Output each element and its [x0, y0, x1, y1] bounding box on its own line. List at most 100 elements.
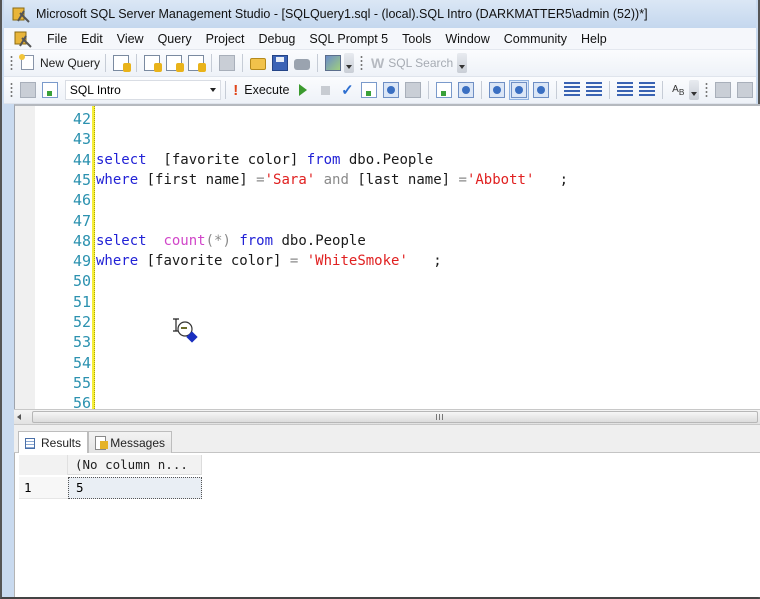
format-button[interactable]: AB — [668, 80, 688, 100]
code-line[interactable]: 42 — [15, 109, 760, 129]
activity-monitor-button[interactable] — [323, 53, 343, 73]
code-token: [first name] — [138, 171, 257, 188]
xmla-query-button[interactable] — [186, 53, 207, 73]
scroll-left-icon[interactable] — [17, 414, 21, 420]
ssms-window: Microsoft SQL Server Management Studio -… — [0, 0, 760, 599]
code-line[interactable]: 56 — [15, 393, 760, 409]
code-line[interactable]: 52 — [15, 312, 760, 332]
menu-query[interactable]: Query — [151, 32, 199, 46]
query-editor[interactable]: 42 43 44 select [favorite color] from dbo.P… — [14, 104, 760, 409]
new-database-query-button[interactable] — [111, 53, 132, 73]
code-line[interactable]: 54 — [15, 353, 760, 373]
query-designer-button[interactable] — [381, 80, 401, 100]
column-header[interactable]: (No column n... — [68, 455, 202, 475]
code-token: [favorite color] — [138, 253, 290, 270]
toolbar-grip[interactable] — [705, 82, 708, 98]
results-to-text-button[interactable] — [487, 80, 507, 100]
new-file-button[interactable] — [217, 53, 237, 73]
grid-cell[interactable]: 5 — [68, 477, 202, 499]
stop-icon — [320, 85, 330, 95]
parse-button[interactable]: ✓ — [337, 80, 357, 100]
toolbar-grip[interactable] — [10, 55, 13, 71]
connect-button[interactable] — [18, 80, 38, 100]
code-line[interactable]: 48 select count(*) from dbo.People — [15, 231, 760, 251]
decrease-indent-button[interactable] — [615, 80, 635, 100]
code-line[interactable]: 43 — [15, 129, 760, 149]
cancel-query-button[interactable] — [315, 80, 335, 100]
toolbar-grip[interactable] — [10, 82, 13, 98]
menu-window[interactable]: Window — [438, 32, 496, 46]
display-estimated-plan-button[interactable] — [359, 80, 379, 100]
include-actual-plan-button[interactable] — [434, 80, 454, 100]
code-line[interactable]: 47 — [15, 211, 760, 231]
menu-project[interactable]: Project — [199, 32, 252, 46]
menu-sql-prompt[interactable]: SQL Prompt 5 — [302, 32, 395, 46]
disabled-table-button[interactable] — [735, 80, 755, 100]
toolbar-separator — [242, 54, 244, 72]
tab-results[interactable]: Results — [18, 431, 88, 454]
menu-tools[interactable]: Tools — [395, 32, 438, 46]
code-token: select — [96, 232, 147, 249]
toolbar-grip[interactable] — [360, 55, 364, 71]
results-to-grid-button[interactable] — [509, 80, 530, 100]
client-statistics-button[interactable] — [456, 80, 476, 100]
code-line[interactable]: 45 where [first name] ='Sara' and [last n… — [15, 170, 760, 190]
debug-button[interactable] — [293, 80, 313, 100]
comment-button[interactable] — [562, 80, 582, 100]
code-token: = — [256, 171, 265, 188]
open-file-button[interactable] — [248, 53, 268, 73]
save-button[interactable] — [270, 53, 290, 73]
code-text: where [first name] ='Sara' and [last nam… — [96, 170, 568, 190]
code-token: 'WhiteSmoke' — [306, 253, 408, 270]
new-database-query-icon — [113, 55, 132, 72]
disabled-table-button[interactable] — [713, 80, 733, 100]
print-button[interactable] — [292, 53, 312, 73]
uncomment-icon — [586, 82, 603, 98]
code-line[interactable]: 55 — [15, 373, 760, 393]
save-icon — [272, 55, 289, 71]
code-line[interactable]: 46 — [15, 190, 760, 210]
row-number[interactable]: 1 — [19, 477, 68, 499]
menu-help[interactable]: Help — [574, 32, 614, 46]
mdx-query-button[interactable] — [142, 53, 163, 73]
menu-edit[interactable]: Edit — [74, 32, 110, 46]
sql-search-button[interactable]: W SQL Search — [371, 55, 453, 71]
menu-file[interactable]: File — [40, 32, 74, 46]
grid-icon — [25, 437, 35, 449]
database-selected-value: SQL Intro — [69, 83, 121, 97]
results-to-grid-icon — [511, 82, 528, 98]
checkmark-icon: ✓ — [341, 82, 354, 99]
menu-view[interactable]: View — [110, 32, 151, 46]
execute-icon: ! — [233, 81, 239, 99]
line-number: 55 — [72, 373, 91, 392]
menu-debug[interactable]: Debug — [252, 32, 303, 46]
tab-messages[interactable]: Messages — [88, 431, 172, 453]
code-line[interactable]: 50 — [15, 271, 760, 291]
toolbar-overflow-icon[interactable] — [457, 53, 468, 73]
code-line[interactable]: 51 — [15, 292, 760, 312]
execute-button[interactable]: ! Execute — [230, 82, 292, 99]
results-grid: (No column n... 1 5 — [14, 453, 760, 597]
available-databases-select[interactable]: SQL Intro — [64, 80, 222, 100]
grid-select-all[interactable] — [19, 455, 68, 475]
scrollbar-thumb[interactable] — [32, 411, 758, 423]
new-query-label: New Query — [40, 56, 101, 70]
specify-values-button[interactable] — [403, 80, 423, 100]
activity-monitor-icon — [325, 55, 342, 71]
code-line[interactable]: 53 — [15, 332, 760, 352]
increase-indent-button[interactable] — [637, 80, 657, 100]
menu-community[interactable]: Community — [497, 32, 574, 46]
uncomment-button[interactable] — [584, 80, 604, 100]
code-token: from — [306, 151, 341, 168]
code-line[interactable]: 49 where [favorite color] = 'WhiteSmoke' … — [15, 251, 760, 271]
results-to-file-button[interactable] — [531, 80, 551, 100]
results-tab-strip: Results Messages — [14, 429, 760, 454]
change-connection-button[interactable] — [40, 80, 60, 100]
new-query-button[interactable]: New Query — [18, 53, 100, 73]
toolbar-overflow-icon[interactable] — [344, 53, 355, 73]
dmx-query-button[interactable] — [164, 53, 185, 73]
toolbar-overflow-icon[interactable] — [689, 80, 700, 100]
code-line[interactable]: 44 select [favorite color] from dbo.Peopl… — [15, 150, 760, 170]
editor-horizontal-scrollbar[interactable] — [14, 409, 760, 425]
document-menu-icon[interactable] — [14, 30, 32, 48]
